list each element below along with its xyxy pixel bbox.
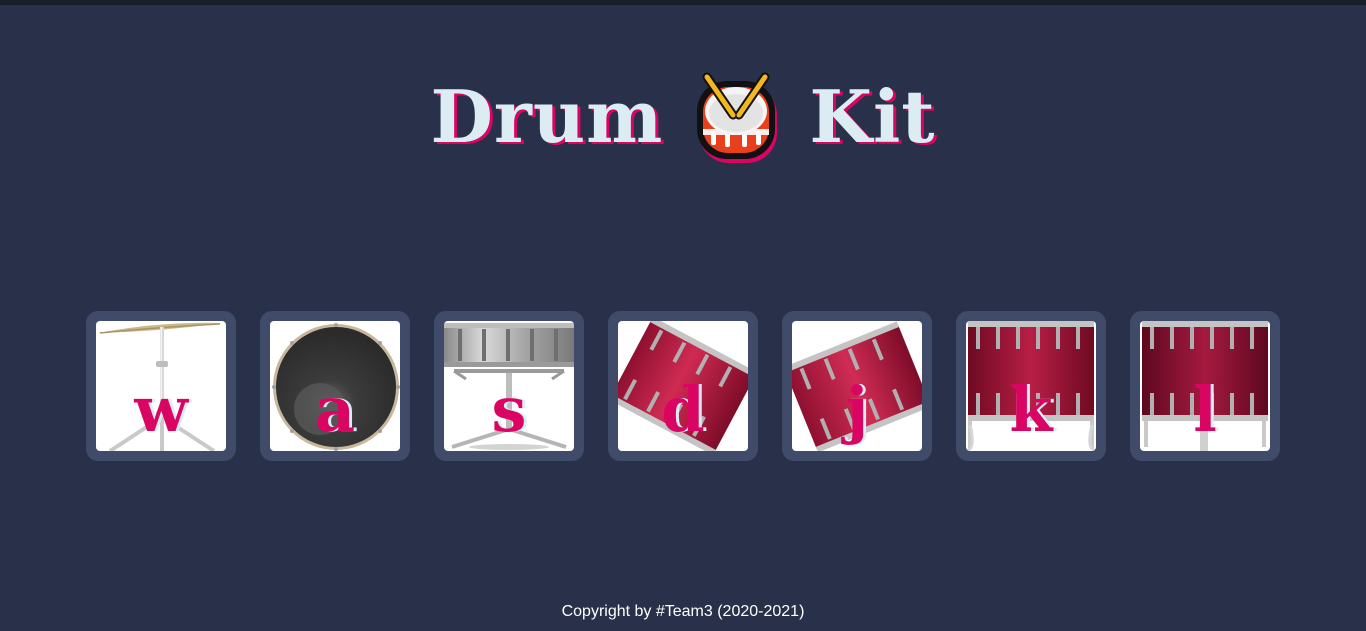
drum-button-w[interactable]: w xyxy=(86,311,236,461)
drum-face: a xyxy=(270,321,400,451)
drum-key-label: j xyxy=(845,373,869,446)
drum-face: l xyxy=(1140,321,1270,451)
drum-emoji-icon xyxy=(697,72,778,163)
drum-key-label: k xyxy=(1009,373,1053,446)
top-strip xyxy=(0,0,1366,5)
drum-set: w a s d j k l xyxy=(86,311,1280,461)
drum-button-s[interactable]: s xyxy=(434,311,584,461)
drum-key-label: w xyxy=(134,373,188,446)
title-word-drum: Drum xyxy=(430,74,664,159)
drum-button-j[interactable]: j xyxy=(782,311,932,461)
drum-key-label: s xyxy=(491,373,527,446)
drum-face: s xyxy=(444,321,574,451)
drum-button-l[interactable]: l xyxy=(1130,311,1280,461)
drum-face: d xyxy=(618,321,748,451)
drum-button-d[interactable]: d xyxy=(608,311,758,461)
drum-button-a[interactable]: a xyxy=(260,311,410,461)
page-title: Drum Kit xyxy=(0,62,1366,172)
drum-key-label: d xyxy=(661,373,705,446)
footer-copyright: Copyright by #Team3 (2020-2021) xyxy=(561,603,805,620)
drum-face: j xyxy=(792,321,922,451)
drum-button-k[interactable]: k xyxy=(956,311,1106,461)
drum-face: k xyxy=(966,321,1096,451)
title-word-kit: Kit xyxy=(809,74,936,159)
drum-key-label: l xyxy=(1193,373,1217,446)
drum-face: w xyxy=(96,321,226,451)
drum-key-label: a xyxy=(314,373,356,446)
